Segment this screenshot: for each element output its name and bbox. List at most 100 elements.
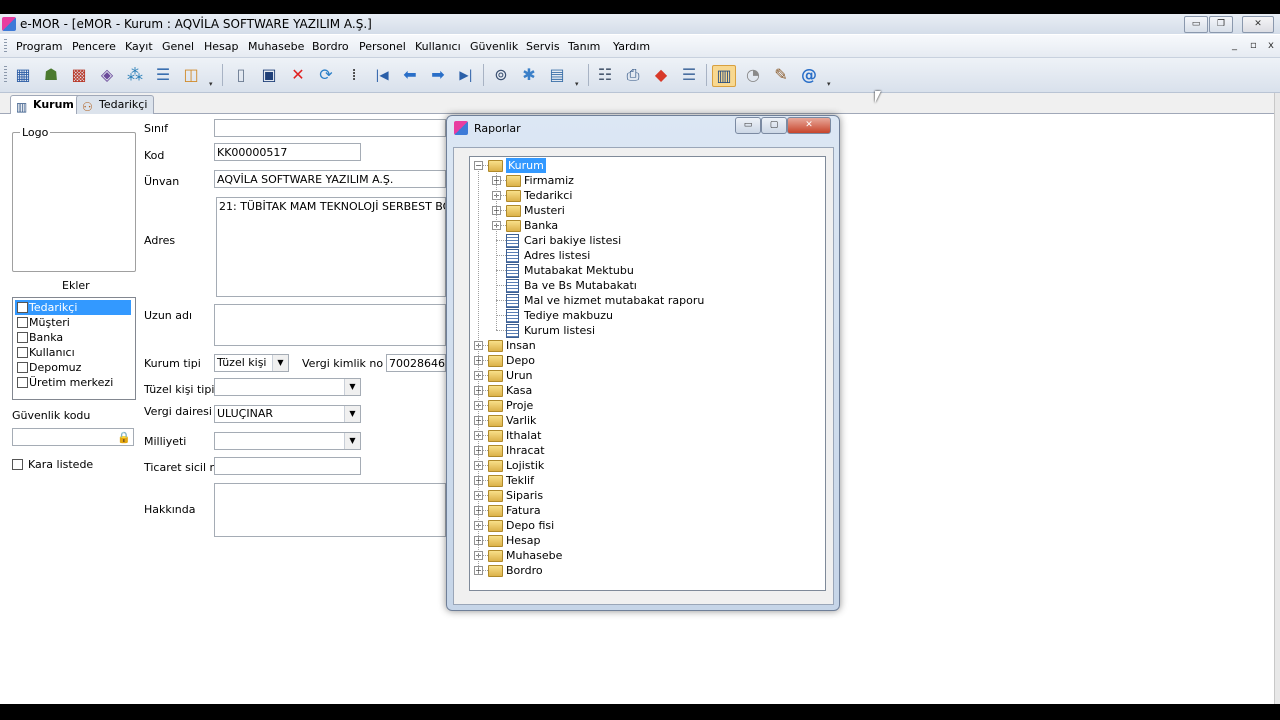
- menu-servis[interactable]: Servis: [526, 40, 560, 53]
- ekler-checkbox[interactable]: [17, 332, 28, 343]
- tree-item-label[interactable]: Depo: [506, 353, 535, 368]
- tree-folder-row[interactable]: + Musteri: [470, 203, 820, 218]
- ekler-checkbox[interactable]: [17, 317, 28, 328]
- ekler-item-depomuz[interactable]: Depomuz: [15, 360, 131, 375]
- tree-folder-row[interactable]: + Firmamiz: [470, 173, 820, 188]
- tree-report-row[interactable]: Adres listesi: [470, 248, 820, 263]
- save-icon[interactable]: ▣: [258, 65, 280, 85]
- toolbar-overflow-3[interactable]: ▾: [827, 80, 831, 88]
- tree-item-label[interactable]: Banka: [524, 218, 558, 233]
- ekler-item-kullanici[interactable]: Kullanıcı: [15, 345, 131, 360]
- email-icon[interactable]: @: [798, 65, 820, 85]
- tree-folder-row[interactable]: + Varlik: [470, 413, 820, 428]
- unvan-input[interactable]: AQVİLA SOFTWARE YAZILIM A.Ş.: [214, 170, 446, 188]
- vergi-dairesi-select[interactable]: ULUÇINAR ▼: [214, 405, 361, 423]
- tree-folder-row[interactable]: + Depo fisi: [470, 518, 820, 533]
- tree-item-label[interactable]: Bordro: [506, 563, 543, 578]
- lock-icon[interactable]: 🔒: [117, 429, 131, 445]
- tree-folder-row[interactable]: + Ihracat: [470, 443, 820, 458]
- mdi-minimize-button[interactable]: _: [1232, 40, 1237, 51]
- menu-hesap[interactable]: Hesap: [204, 40, 239, 53]
- tree-item-label[interactable]: Siparis: [506, 488, 543, 503]
- tree-folder-row[interactable]: + Fatura: [470, 503, 820, 518]
- tree-report-row[interactable]: Mal ve hizmet mutabakat raporu: [470, 293, 820, 308]
- tree-item-label[interactable]: Mutabakat Mektubu: [524, 263, 634, 278]
- tree-report-row[interactable]: Mutabakat Mektubu: [470, 263, 820, 278]
- tree-item-label[interactable]: Musteri: [524, 203, 565, 218]
- tree-item-label[interactable]: Ithalat: [506, 428, 541, 443]
- milliyeti-select[interactable]: ▼: [214, 432, 361, 450]
- tree-folder-row[interactable]: + Bordro: [470, 563, 820, 578]
- dialog-minimize-button[interactable]: ▭: [735, 117, 761, 134]
- next-record-icon[interactable]: ➡: [427, 65, 449, 85]
- tree-item-label[interactable]: Tedarikci: [524, 188, 572, 203]
- tree-folder-row[interactable]: + Insan: [470, 338, 820, 353]
- tree-item-label[interactable]: Fatura: [506, 503, 541, 518]
- tree-item-label[interactable]: Kasa: [506, 383, 532, 398]
- diamond-icon[interactable]: ◈: [96, 65, 118, 85]
- mdi-close-button[interactable]: x: [1268, 40, 1274, 51]
- tree-folder-row[interactable]: + Siparis: [470, 488, 820, 503]
- tree-folder-row[interactable]: + Hesap: [470, 533, 820, 548]
- tree-item-label[interactable]: Kurum listesi: [524, 323, 595, 338]
- toolbar-overflow-2[interactable]: ▾: [575, 80, 579, 88]
- adres-input[interactable]: 21: TÜBİTAK MAM TEKNOLOJİ SERBEST BÖLGE: [216, 197, 446, 297]
- ekler-checkbox[interactable]: [17, 362, 28, 373]
- window-icon[interactable]: ▤: [546, 65, 568, 85]
- menu-muhasebe[interactable]: Muhasebe: [248, 40, 304, 53]
- toolbar-overflow-1[interactable]: ▾: [209, 80, 213, 88]
- menu-kayit[interactable]: Kayıt: [125, 40, 153, 53]
- report-tree[interactable]: − Kurum + Firmamiz + Tedarikci + Musteri + Banka C…: [469, 156, 826, 591]
- menu-bordro[interactable]: Bordro: [312, 40, 349, 53]
- clock-icon[interactable]: ◔: [742, 65, 764, 85]
- tree-folder-row[interactable]: + Teklif: [470, 473, 820, 488]
- minimize-button[interactable]: ▭: [1184, 16, 1208, 33]
- folder-stack-icon[interactable]: ▦: [12, 65, 34, 85]
- ekler-item-tedarikci[interactable]: ✔ Tedarikçi: [15, 300, 131, 315]
- refresh-icon[interactable]: ⟳: [315, 65, 337, 85]
- tree-item-label[interactable]: Urun: [506, 368, 533, 383]
- tree-folder-row[interactable]: + Tedarikci: [470, 188, 820, 203]
- tree-item-label[interactable]: Kurum: [506, 158, 546, 173]
- kurum-tipi-select[interactable]: Tüzel kişi ▼: [214, 354, 289, 372]
- tree-report-row[interactable]: Cari bakiye listesi: [470, 233, 820, 248]
- tree-folder-row[interactable]: + Muhasebe: [470, 548, 820, 563]
- tree-folder-row[interactable]: + Urun: [470, 368, 820, 383]
- grid-icon[interactable]: ▩: [68, 65, 90, 85]
- tree-item-label[interactable]: Adres listesi: [524, 248, 590, 263]
- box-icon[interactable]: ◫: [180, 65, 202, 85]
- toolbar-grip[interactable]: [4, 66, 7, 84]
- pen-icon[interactable]: ✎: [770, 65, 792, 85]
- tree-item-label[interactable]: Tediye makbuzu: [524, 308, 613, 323]
- tree-item-label[interactable]: Cari bakiye listesi: [524, 233, 621, 248]
- binoculars-icon[interactable]: ⁞: [343, 65, 365, 85]
- gear-icon[interactable]: ✱: [518, 65, 540, 85]
- tree-folder-row[interactable]: + Ithalat: [470, 428, 820, 443]
- tree-folder-row[interactable]: + Lojistik: [470, 458, 820, 473]
- chart-icon[interactable]: ◆: [650, 65, 672, 85]
- previous-record-icon[interactable]: ⬅: [399, 65, 421, 85]
- network-icon[interactable]: ⁂: [124, 65, 146, 85]
- tree-folder-row[interactable]: − Kurum: [470, 158, 820, 173]
- chevron-down-icon[interactable]: ▼: [344, 433, 360, 449]
- menu-personel[interactable]: Personel: [359, 40, 406, 53]
- tree-item-label[interactable]: Insan: [506, 338, 536, 353]
- tree-item-label[interactable]: Varlik: [506, 413, 536, 428]
- ekler-list[interactable]: ✔ Tedarikçi Müşteri Banka Kullanıcı Depo…: [12, 297, 136, 400]
- ekler-item-musteri[interactable]: Müşteri: [15, 315, 131, 330]
- ekler-checkbox[interactable]: [17, 347, 28, 358]
- sinif-input[interactable]: [214, 119, 446, 137]
- first-record-icon[interactable]: |◀: [371, 65, 393, 85]
- tree-item-label[interactable]: Firmamiz: [524, 173, 574, 188]
- vergi-kimlik-input[interactable]: 700286465: [386, 354, 446, 372]
- tree-item-label[interactable]: Depo fisi: [506, 518, 554, 533]
- tree-item-label[interactable]: Mal ve hizmet mutabakat raporu: [524, 293, 704, 308]
- menu-genel[interactable]: Genel: [162, 40, 194, 53]
- tuzel-kisi-tipi-select[interactable]: ▼: [214, 378, 361, 396]
- tree-item-label[interactable]: Hesap: [506, 533, 541, 548]
- menu-tanim[interactable]: Tanım: [568, 40, 600, 53]
- tree-item-label[interactable]: Ba ve Bs Mutabakatı: [524, 278, 637, 293]
- vertical-scrollbar[interactable]: [1274, 93, 1280, 704]
- menu-grip[interactable]: [4, 39, 7, 53]
- hakkinda-input[interactable]: [214, 483, 446, 537]
